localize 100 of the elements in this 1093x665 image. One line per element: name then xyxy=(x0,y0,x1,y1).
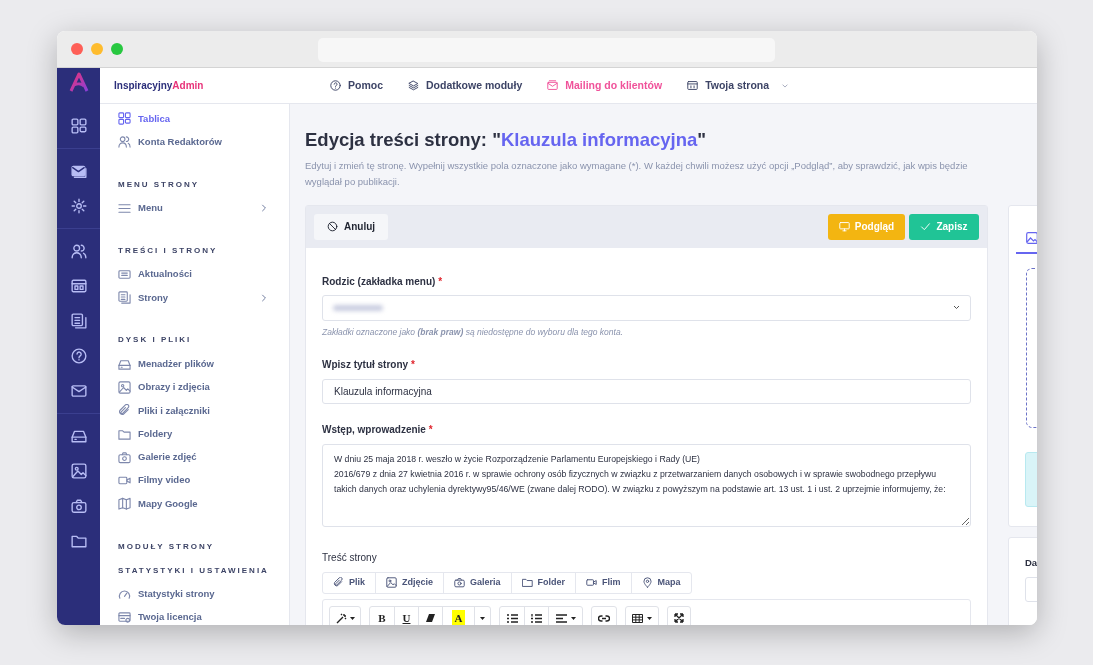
image-icon xyxy=(386,577,397,589)
section-heading: MENU STRONY xyxy=(118,178,201,191)
sidebar-item[interactable]: Filmy video xyxy=(118,468,269,493)
image-icon xyxy=(118,380,131,394)
help-icon xyxy=(330,80,341,91)
mail-icon[interactable] xyxy=(70,383,87,399)
monitor-icon xyxy=(838,221,850,233)
brand-logo[interactable]: InspiracyjnyAdmin xyxy=(100,78,290,93)
bold-button[interactable]: B xyxy=(370,607,394,625)
chevron-down-icon xyxy=(953,305,960,311)
envelope-icon xyxy=(547,80,559,91)
insert-button[interactable]: Plik xyxy=(323,572,375,593)
map-pin-icon xyxy=(641,577,653,589)
paperclip-icon xyxy=(333,577,344,589)
table-icon xyxy=(632,613,643,623)
cancel-button[interactable]: Anuluj xyxy=(314,213,389,240)
text-color-button[interactable]: A xyxy=(442,607,474,625)
camera-icon[interactable] xyxy=(70,498,87,514)
magic-wand-icon xyxy=(335,612,347,624)
insert-button[interactable]: Mapa xyxy=(630,572,691,593)
intro-textarea[interactable]: W dniu 25 maja 2018 r. weszło w życie Rozporządzenie Parlamentu Europejskiego i Rady (UE) 2016/679 z dnia 27 kwietnia 2016 r. w sprawie ochrony osób fizycznych w związku z przetwarzaniem danych osobowych i w sprawie swobodnego przepływu takich danych oraz uchylenia dyrektywy95/46/WE (zwane dalej RODO). W związku z powyższym na podstawie art. 13 ust. 1 i ust. 2 uprzejmie informujemy, że: xyxy=(322,443,971,527)
grid-icon xyxy=(118,112,131,126)
folder-icon xyxy=(118,427,131,441)
image-icon xyxy=(1026,231,1037,244)
table-button[interactable] xyxy=(625,606,659,625)
fullscreen-button[interactable] xyxy=(667,606,691,625)
video-camera-icon xyxy=(586,577,598,589)
sidebar-item[interactable]: Pliki i załączniki xyxy=(118,399,269,423)
sidebar-item[interactable]: Konta Redaktorów xyxy=(118,130,269,154)
newspaper-icon xyxy=(118,268,131,282)
sidebar-item[interactable]: Mapy Google xyxy=(118,492,269,516)
numbered-list-icon xyxy=(531,613,542,623)
link-button[interactable] xyxy=(591,606,617,625)
close-button[interactable] xyxy=(71,43,83,55)
help-icon[interactable] xyxy=(70,348,87,364)
magic-wand-button[interactable] xyxy=(329,606,361,625)
sidebar-item[interactable]: Galerie zdjęć xyxy=(118,445,269,469)
insert-button[interactable]: Zdjęcie xyxy=(375,572,444,593)
sidebar-item[interactable]: Menu xyxy=(118,196,269,220)
sidebar-item[interactable]: Foldery xyxy=(118,422,269,446)
nav-link[interactable]: Dodatkowe moduły xyxy=(408,77,523,94)
page-title: Edycja treści strony: "Klauzula informacyjna" xyxy=(305,128,708,152)
field-label: Da xyxy=(1025,555,1037,570)
blurred-value xyxy=(333,304,383,311)
gauge-icon xyxy=(118,587,131,601)
camera-icon xyxy=(454,577,466,589)
sidebar-item[interactable]: Twoja licencja xyxy=(118,605,269,625)
logo-icon[interactable] xyxy=(68,72,89,92)
check-icon xyxy=(920,221,932,233)
license-icon xyxy=(118,611,131,624)
users-icon xyxy=(118,135,131,149)
dashboard-icon[interactable] xyxy=(70,278,87,294)
chevron-right-icon xyxy=(259,292,269,303)
layers-icon xyxy=(408,80,419,91)
eraser-icon xyxy=(426,614,435,623)
sidebar-item[interactable]: Aktualności xyxy=(118,262,269,287)
sidebar-item[interactable]: Obrazy i zdjęcia xyxy=(118,375,269,400)
drive-icon xyxy=(118,357,131,371)
folder-icon xyxy=(521,577,533,589)
ban-icon xyxy=(327,221,338,233)
browser-icon xyxy=(687,80,699,91)
field-label: Treść strony xyxy=(322,551,378,564)
section-heading: STATYSTYKI I USTAWIENIA xyxy=(118,564,269,577)
section-heading: DYSK I PLIKI xyxy=(118,334,193,347)
field-label: Wpisz tytuł strony * xyxy=(322,358,416,371)
underline-button[interactable]: U xyxy=(394,607,418,625)
grid-icon[interactable] xyxy=(70,118,87,134)
caret-icon xyxy=(349,616,355,620)
section-heading: MODUŁY STRONY xyxy=(118,540,216,553)
field-hint: Zakładki oznaczone jako (brak praw) są niedostępne do wyboru dla tego konta. xyxy=(322,325,624,338)
users-icon[interactable] xyxy=(70,243,87,259)
folder-icon[interactable] xyxy=(70,533,87,549)
field-label: Rodzic (zakładka menu) * xyxy=(322,275,444,288)
align-left-icon xyxy=(555,613,567,623)
settings-icon[interactable] xyxy=(70,198,87,214)
field-label: Wstęp, wprowadzenie * xyxy=(322,423,434,436)
drive-icon[interactable] xyxy=(70,428,87,444)
section-heading: TREŚCI I STRONY xyxy=(118,244,219,257)
insert-button[interactable]: Galeria xyxy=(443,572,511,593)
sidebar-item[interactable]: Tablica xyxy=(118,107,269,131)
sidebar-item[interactable]: Menadżer plików xyxy=(118,352,269,376)
title-input[interactable]: Klauzula informacyjna xyxy=(322,378,971,404)
image-icon[interactable] xyxy=(70,463,87,479)
insert-button[interactable]: Folder xyxy=(510,572,576,593)
sidebar-item[interactable]: Strony xyxy=(118,286,269,310)
caret-icon xyxy=(570,616,576,620)
insert-button[interactable]: Flim xyxy=(575,572,631,593)
nav-link[interactable]: Twoja strona xyxy=(687,77,791,94)
pages-icon[interactable] xyxy=(70,313,87,329)
menu-icon xyxy=(118,201,131,215)
nav-link[interactable]: Pomoc xyxy=(330,77,383,94)
nav-link[interactable]: Mailing do klientów xyxy=(547,77,663,94)
sidebar-item[interactable]: Statystyki strony xyxy=(118,582,269,606)
caret-icon xyxy=(480,616,485,620)
chevron-right-icon xyxy=(259,203,269,214)
bullet-list-icon xyxy=(506,613,518,623)
paperclip-icon xyxy=(118,404,131,418)
mail-icon[interactable] xyxy=(70,163,87,179)
camera-icon xyxy=(118,450,131,464)
pages-icon xyxy=(118,291,131,305)
